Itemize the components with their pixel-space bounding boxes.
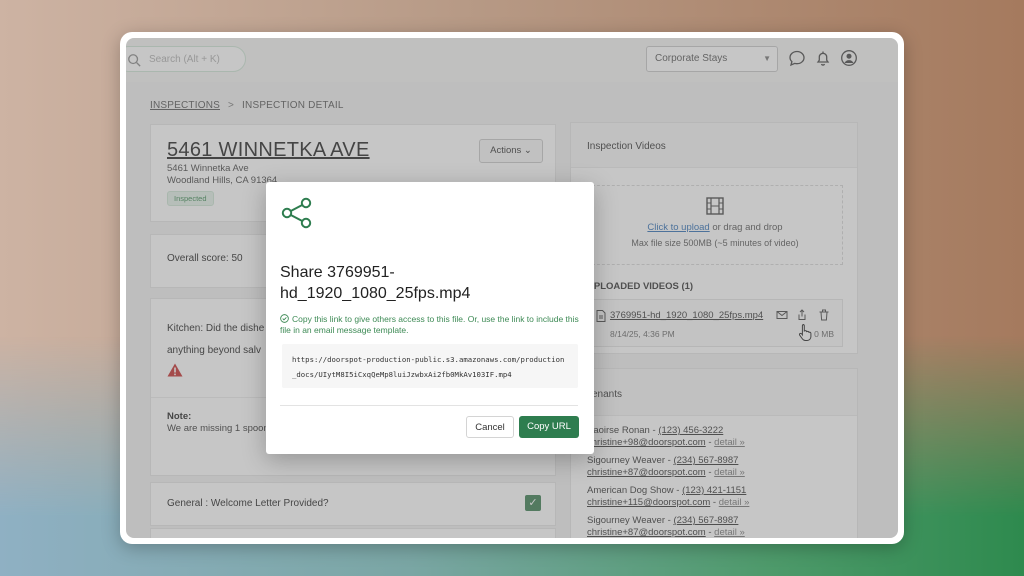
dialog-message: Copy this link to give others access to … <box>280 314 580 336</box>
dialog-message-text: Copy this link to give others access to … <box>280 314 579 335</box>
check-circle-icon <box>280 314 289 323</box>
app-window: Search (Alt + K) Corporate Stays ▼ INSPE… <box>126 38 898 538</box>
copy-url-button[interactable]: Copy URL <box>519 416 579 438</box>
screen-frame: Search (Alt + K) Corporate Stays ▼ INSPE… <box>120 32 904 544</box>
cancel-button[interactable]: Cancel <box>466 416 514 438</box>
share-dialog: Share 3769951-hd_1920_1080_25fps.mp4 Cop… <box>266 182 594 454</box>
share-nodes-icon <box>281 197 312 229</box>
dialog-divider <box>280 405 578 406</box>
share-url-text[interactable]: https://doorspot-production-public.s3.am… <box>282 344 578 388</box>
dialog-title: Share 3769951-hd_1920_1080_25fps.mp4 <box>280 264 471 302</box>
